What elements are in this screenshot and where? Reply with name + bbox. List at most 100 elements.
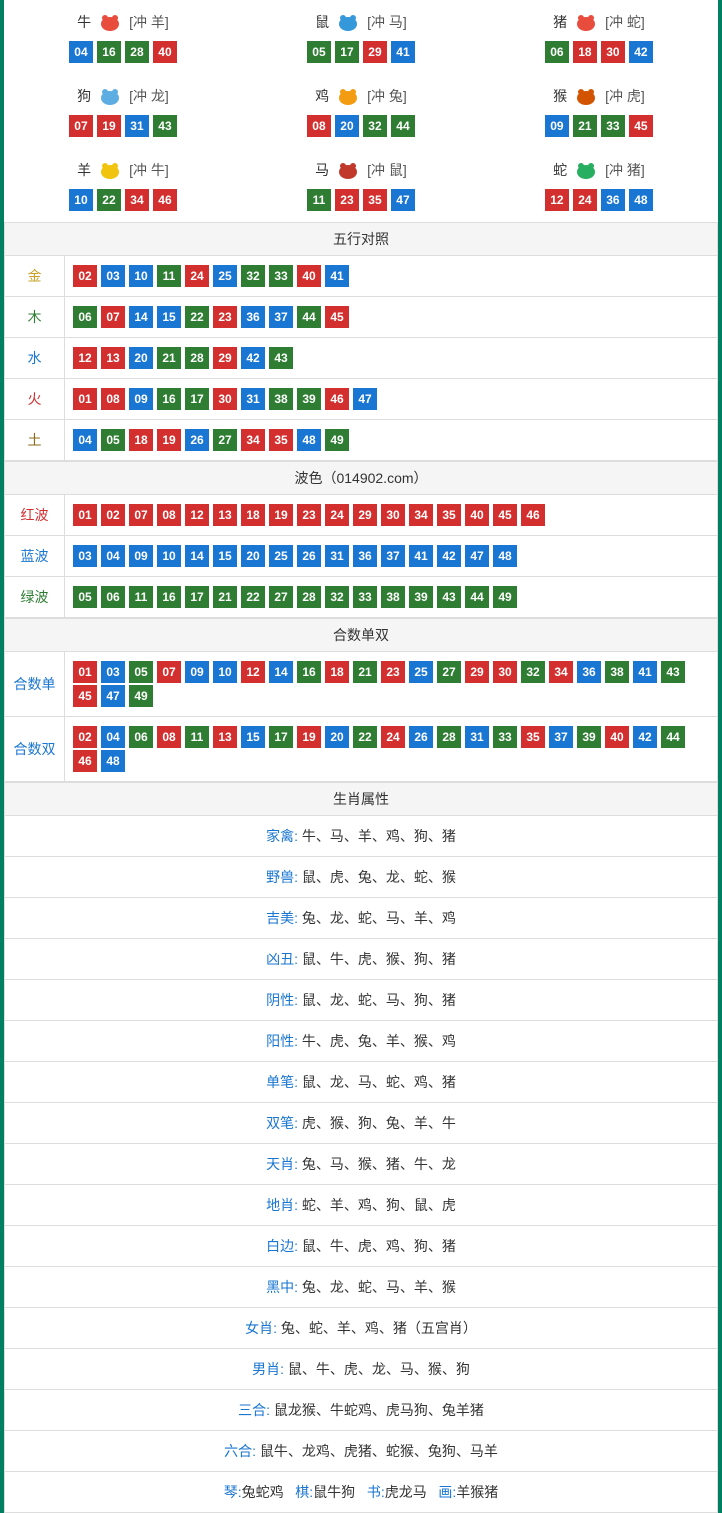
- number-chip: 02: [101, 504, 125, 526]
- number-chip: 15: [157, 306, 181, 328]
- number-chip: 37: [549, 726, 573, 748]
- attr-value: 牛、马、羊、鸡、狗、猪: [302, 828, 456, 844]
- attr-row: 白边: 鼠、牛、虎、鸡、狗、猪: [5, 1226, 718, 1267]
- bose-table: 波色（014902.com） 红波01020708121318192324293…: [4, 461, 718, 618]
- number-chip: 32: [325, 586, 349, 608]
- number-chip: 41: [409, 545, 433, 567]
- zodiac-name: 猪: [553, 12, 567, 32]
- attr-label: 家禽:: [266, 828, 298, 844]
- number-chip: 41: [633, 661, 657, 683]
- number-chip: 17: [335, 41, 359, 63]
- number-chip: 25: [409, 661, 433, 683]
- number-chip: 38: [605, 661, 629, 683]
- attr-row: 阳性: 牛、虎、兔、羊、猴、鸡: [5, 1021, 718, 1062]
- number-chip: 22: [353, 726, 377, 748]
- number-chip: 45: [73, 685, 97, 707]
- zodiac-icon: [95, 158, 125, 182]
- attr-row: 三合: 鼠龙猴、牛蛇鸡、虎马狗、兔羊猪: [5, 1390, 718, 1431]
- number-chip: 24: [381, 726, 405, 748]
- number-chip: 23: [381, 661, 405, 683]
- number-chip: 32: [521, 661, 545, 683]
- row-numbers: 06071415222336374445: [65, 297, 718, 338]
- zodiac-name: 蛇: [553, 160, 567, 180]
- table-row: 木06071415222336374445: [5, 297, 718, 338]
- number-chip: 04: [101, 545, 125, 567]
- number-chip: 07: [129, 504, 153, 526]
- number-chip: 46: [521, 504, 545, 526]
- zodiac-numbers: 06183042: [485, 40, 713, 64]
- number-chip: 02: [73, 265, 97, 287]
- number-chip: 18: [129, 429, 153, 451]
- number-chip: 15: [241, 726, 265, 748]
- number-chip: 13: [213, 504, 237, 526]
- attr-label: 女肖:: [245, 1320, 277, 1336]
- zodiac-name: 牛: [77, 12, 91, 32]
- attr-row: 阴性: 鼠、龙、蛇、马、狗、猪: [5, 980, 718, 1021]
- number-chip: 42: [633, 726, 657, 748]
- zodiac-cell: 猪 [冲 蛇] 06183042: [480, 0, 718, 74]
- number-chip: 14: [185, 545, 209, 567]
- number-chip: 33: [493, 726, 517, 748]
- number-chip: 36: [601, 189, 625, 211]
- number-chip: 18: [573, 41, 597, 63]
- shengxiao-header: 生肖属性: [5, 783, 718, 816]
- footer-value: 羊猴猪: [456, 1484, 498, 1500]
- row-label: 土: [5, 420, 65, 461]
- zodiac-icon: [95, 84, 125, 108]
- attr-label: 黑中:: [266, 1279, 298, 1295]
- number-chip: 21: [573, 115, 597, 137]
- zodiac-cell: 猴[冲 虎]09213345: [480, 74, 718, 148]
- number-chip: 43: [437, 586, 461, 608]
- table-row: 金02031011242532334041: [5, 256, 718, 297]
- number-chip: 06: [129, 726, 153, 748]
- number-chip: 03: [73, 545, 97, 567]
- zodiac-numbers: 05172941: [247, 40, 475, 64]
- attr-value: 兔、马、猴、猪、牛、龙: [302, 1156, 456, 1172]
- number-chip: 08: [157, 726, 181, 748]
- attr-value: 鼠、牛、虎、猴、狗、猪: [302, 951, 456, 967]
- number-chip: 09: [129, 545, 153, 567]
- number-chip: 46: [73, 750, 97, 772]
- attr-row: 双笔: 虎、猴、狗、兔、羊、牛: [5, 1103, 718, 1144]
- row-numbers: 05061116172122272832333839434449: [65, 577, 718, 618]
- zodiac-numbers: 07193143: [9, 114, 237, 138]
- number-chip: 11: [185, 726, 209, 748]
- number-chip: 40: [153, 41, 177, 63]
- wuxing-header: 五行对照: [5, 223, 718, 256]
- number-chip: 16: [157, 586, 181, 608]
- number-chip: 23: [335, 189, 359, 211]
- number-chip: 21: [157, 347, 181, 369]
- attr-row: 家禽: 牛、马、羊、鸡、狗、猪: [5, 816, 718, 857]
- zodiac-icon: [333, 10, 363, 34]
- number-chip: 02: [73, 726, 97, 748]
- number-chip: 37: [381, 545, 405, 567]
- number-chip: 01: [73, 661, 97, 683]
- number-chip: 45: [629, 115, 653, 137]
- attr-label: 三合:: [238, 1402, 270, 1418]
- number-chip: 40: [297, 265, 321, 287]
- zodiac-clash: [冲 蛇]: [605, 12, 645, 32]
- number-chip: 35: [437, 504, 461, 526]
- number-chip: 28: [437, 726, 461, 748]
- attr-value: 鼠、虎、兔、龙、蛇、猴: [302, 869, 456, 885]
- number-chip: 06: [101, 586, 125, 608]
- number-chip: 10: [129, 265, 153, 287]
- number-chip: 44: [391, 115, 415, 137]
- number-chip: 05: [307, 41, 331, 63]
- number-chip: 17: [185, 586, 209, 608]
- number-chip: 20: [129, 347, 153, 369]
- number-chip: 46: [325, 388, 349, 410]
- number-chip: 21: [353, 661, 377, 683]
- attr-footer-row: 琴:兔蛇鸡 棋:鼠牛狗 书:虎龙马 画:羊猴猪: [5, 1472, 718, 1513]
- number-chip: 23: [297, 504, 321, 526]
- number-chip: 49: [325, 429, 349, 451]
- number-chip: 48: [297, 429, 321, 451]
- number-chip: 41: [391, 41, 415, 63]
- number-chip: 44: [661, 726, 685, 748]
- number-chip: 25: [269, 545, 293, 567]
- table-row: 绿波05061116172122272832333839434449: [5, 577, 718, 618]
- number-chip: 31: [465, 726, 489, 748]
- number-chip: 24: [573, 189, 597, 211]
- zodiac-clash: [冲 龙]: [129, 86, 169, 106]
- number-chip: 40: [465, 504, 489, 526]
